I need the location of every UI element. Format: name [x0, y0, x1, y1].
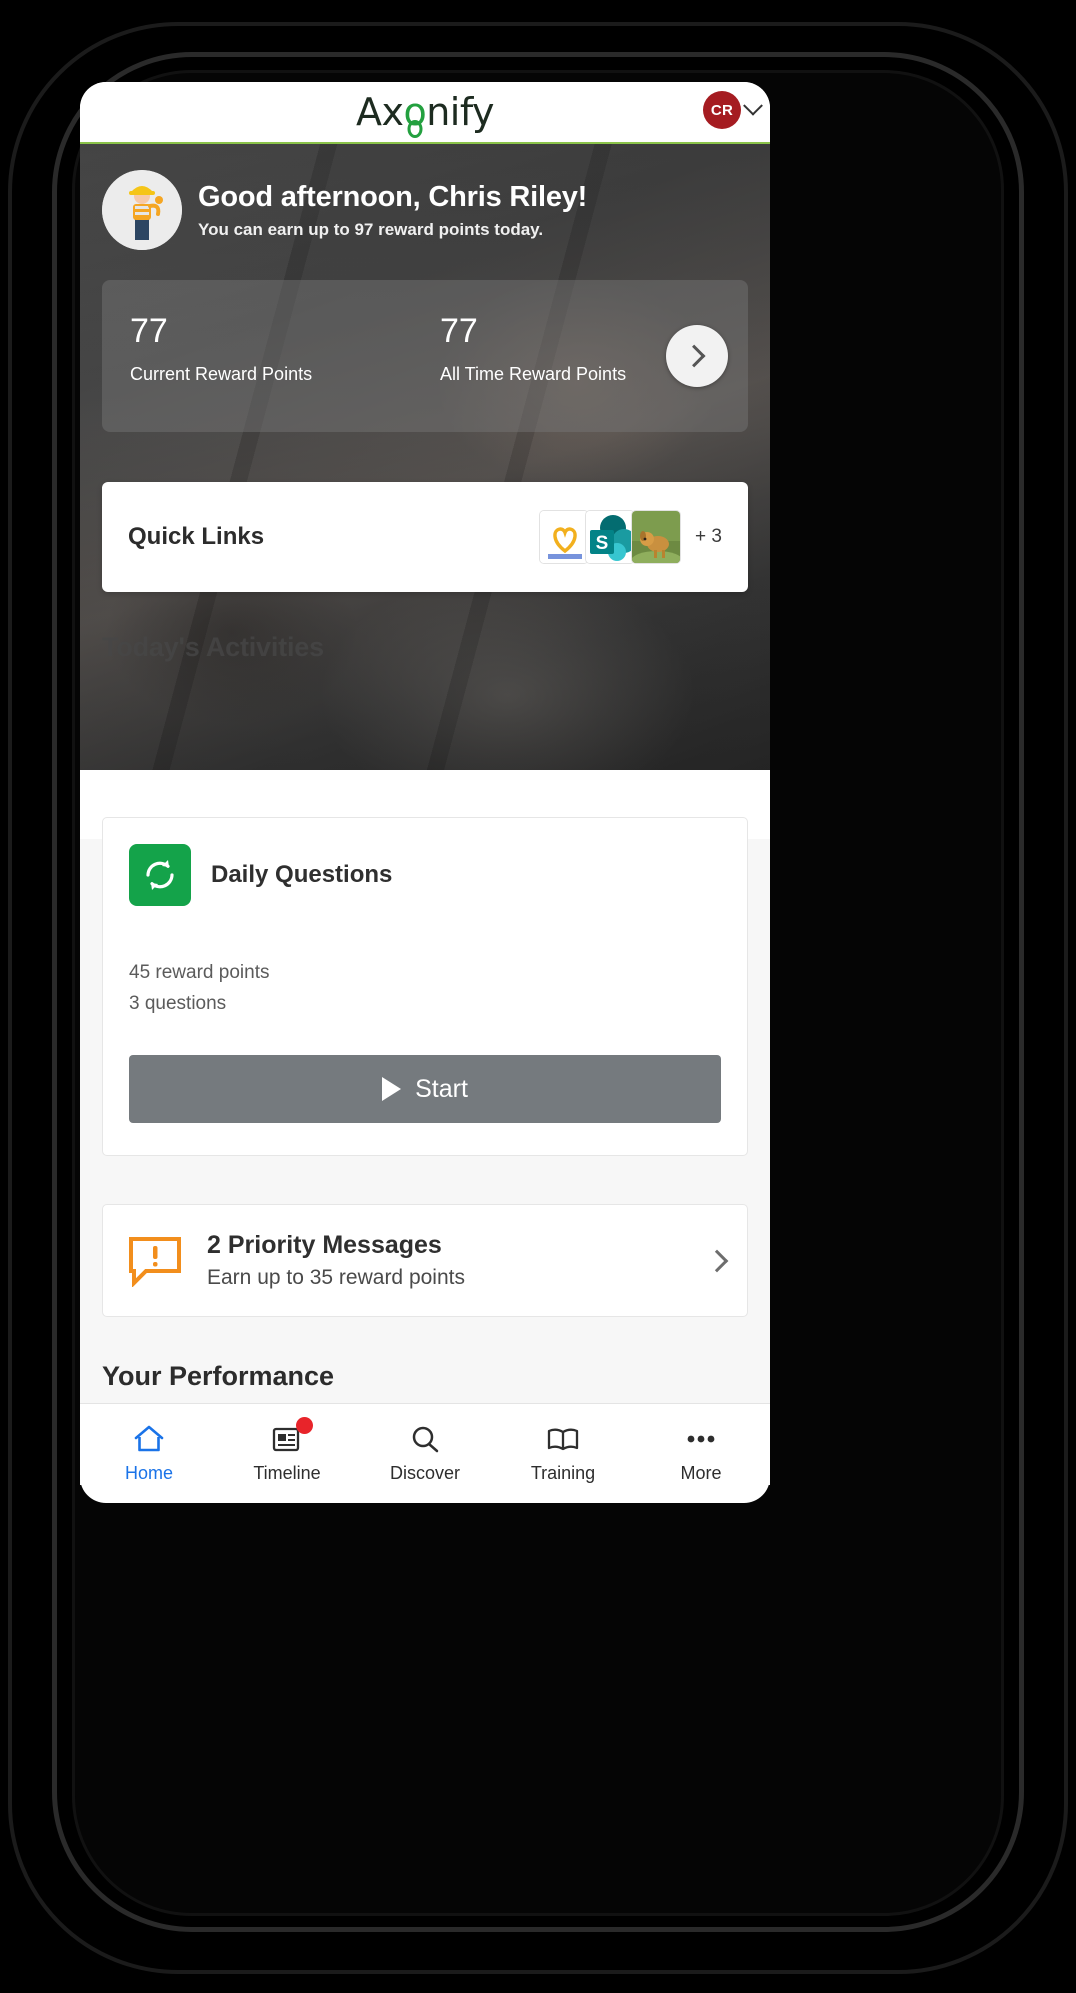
greeting-title: Good afternoon, Chris Riley!: [198, 180, 588, 213]
my-sharepoint-heart-icon[interactable]: [539, 510, 590, 564]
greeting-text: Good afternoon, Chris Riley! You can ear…: [198, 181, 587, 240]
stat-current-reward-points: 77 Current Reward Points: [130, 314, 440, 432]
timeline-icon: [270, 1417, 313, 1455]
logo-text-part1: Ax: [355, 90, 404, 134]
stats-track: 77 Current Reward Points 77 All Time Rew…: [102, 280, 748, 432]
construction-worker-avatar: [102, 170, 182, 250]
nav-item-timeline[interactable]: Timeline: [218, 1404, 356, 1503]
chevron-right-icon: [682, 344, 706, 368]
daily-questions-points: 45 reward points: [129, 962, 270, 983]
nav-item-discover[interactable]: Discover: [356, 1404, 494, 1503]
quick-links-icons-group: S + 3: [539, 510, 722, 564]
priority-messages-text: 2 Priority Messages Earn up to 35 reward…: [207, 1231, 465, 1290]
quick-links-icons: S: [539, 510, 682, 564]
home-icon: [132, 1423, 166, 1455]
chevron-right-icon[interactable]: [705, 1249, 729, 1272]
priority-messages-title: 2 Priority Messages: [207, 1231, 442, 1259]
refresh-cycle-icon: [129, 844, 191, 906]
nav-label-training: Training: [530, 1463, 596, 1483]
profile-menu[interactable]: CR: [703, 91, 763, 129]
nav-label-home: Home: [124, 1463, 173, 1483]
timeline-notification-badge: [296, 1417, 313, 1434]
logo-text-part2: nify: [426, 90, 495, 134]
nav-label-timeline: Timeline: [253, 1463, 321, 1483]
start-button-label: Start: [415, 1074, 468, 1103]
stat-label: Current Reward Points: [130, 364, 313, 384]
phone-screen: Ax o nify CR Good afternoon, Chris Riley…: [80, 82, 770, 1485]
reward-stats-carousel[interactable]: 77 Current Reward Points 77 All Time Rew…: [102, 280, 748, 432]
todays-activities-heading: Today's Activities: [102, 632, 324, 662]
play-icon: [382, 1077, 402, 1101]
alert-message-icon: [125, 1235, 185, 1288]
nav-label-more: More: [680, 1463, 722, 1483]
daily-questions-title: Daily Questions: [211, 861, 393, 888]
nav-item-training[interactable]: Training: [494, 1404, 632, 1503]
quick-links-more-count[interactable]: + 3: [695, 526, 722, 548]
dog-photo-icon[interactable]: [631, 510, 682, 564]
stats-next-button[interactable]: [666, 325, 728, 387]
avatar[interactable]: CR: [703, 91, 741, 129]
content-sheet: Daily Questions 45 reward points 3 quest…: [80, 817, 770, 1485]
daily-questions-meta: 45 reward points 3 questions: [129, 962, 721, 1015]
svg-text:S: S: [596, 533, 609, 554]
greeting-subtitle: You can earn up to 97 reward points toda…: [198, 219, 544, 239]
priority-messages-subtitle: Earn up to 35 reward points: [207, 1266, 465, 1289]
stat-value: 77: [130, 312, 168, 350]
chevron-down-icon[interactable]: [743, 95, 763, 116]
axonify-logo: Ax o nify: [355, 90, 495, 134]
logo-o-glyph: o: [403, 90, 427, 134]
daily-questions-header: Daily Questions: [129, 844, 721, 906]
nav-item-home[interactable]: Home: [80, 1404, 218, 1503]
start-button[interactable]: Start: [129, 1055, 721, 1123]
quick-links-title: Quick Links: [128, 523, 265, 550]
daily-questions-card[interactable]: Daily Questions 45 reward points 3 quest…: [102, 817, 748, 1156]
app-header: Ax o nify CR: [80, 82, 770, 144]
ellipsis-icon: [684, 1423, 718, 1455]
hero-section: Good afternoon, Chris Riley! You can ear…: [80, 144, 770, 770]
bottom-navigation: Home Timeline Discover Training More: [80, 1403, 770, 1503]
greeting-row: Good afternoon, Chris Riley! You can ear…: [80, 144, 770, 250]
search-icon: [408, 1423, 442, 1455]
your-performance-heading: Your Performance: [102, 1361, 335, 1391]
sharepoint-icon[interactable]: S: [585, 510, 636, 564]
book-icon: [546, 1423, 580, 1455]
quick-links-card[interactable]: Quick Links S + 3: [102, 482, 748, 592]
priority-messages-card[interactable]: 2 Priority Messages Earn up to 35 reward…: [102, 1204, 748, 1317]
daily-questions-count: 3 questions: [129, 993, 227, 1014]
nav-label-discover: Discover: [389, 1463, 460, 1483]
nav-item-more[interactable]: More: [632, 1404, 770, 1503]
